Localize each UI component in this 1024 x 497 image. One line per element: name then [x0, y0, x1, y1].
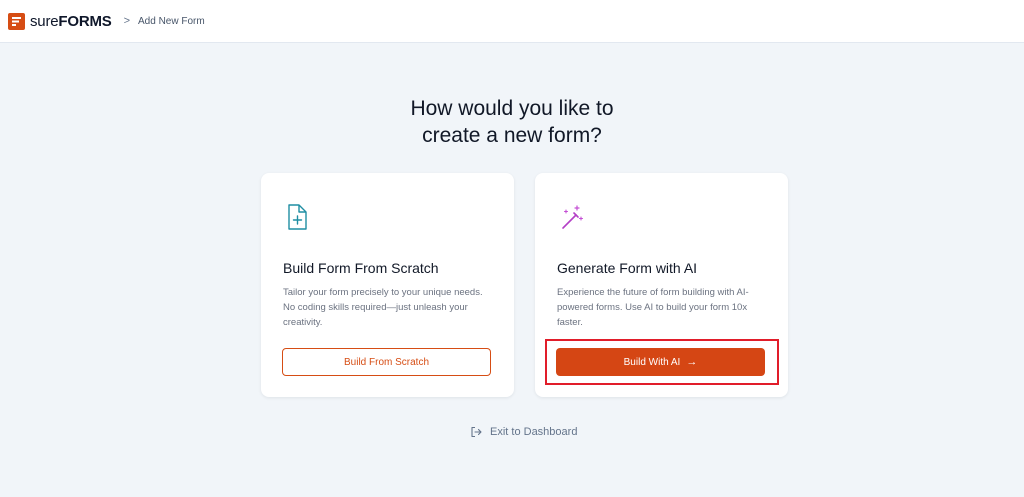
page-title-line2: create a new form? [422, 124, 602, 147]
magic-wand-icon [557, 201, 585, 233]
sureforms-logo[interactable]: sureFORMS [30, 13, 112, 30]
breadcrumb-separator: > [123, 15, 130, 27]
exit-to-dashboard-link[interactable]: Exit to Dashboard [470, 426, 577, 438]
sureforms-logo-icon [8, 12, 25, 30]
arrow-right-icon: → [686, 356, 698, 368]
file-plus-icon [283, 201, 311, 233]
logo-sure-text: sure [30, 12, 59, 30]
card-title-scratch: Build Form From Scratch [283, 260, 439, 276]
page-title-line1: How would you like to [410, 97, 614, 120]
card-description-ai: Experience the future of form building w… [557, 287, 749, 328]
card-description-scratch: Tailor your form precisely to your uniqu… [283, 287, 483, 328]
generate-with-ai-card[interactable]: Generate Form with AI Experience the fut… [535, 173, 788, 397]
exit-to-dashboard-label: Exit to Dashboard [490, 426, 578, 438]
build-from-scratch-button[interactable]: Build From Scratch [282, 348, 491, 376]
log-out-icon [471, 426, 482, 438]
build-with-ai-button[interactable]: Build With AI → [556, 348, 765, 376]
card-title-ai: Generate Form with AI [557, 260, 698, 276]
top-bar: sureFORMS > Add New Form [0, 0, 1024, 43]
build-from-scratch-card[interactable]: Build Form From Scratch Tailor your form… [261, 173, 514, 397]
build-with-ai-label: Build With AI [623, 356, 681, 368]
breadcrumb-current: Add New Form [138, 15, 205, 27]
logo-forms-text: FORMS [58, 12, 112, 30]
page-title: How would you like to create a new form? [0, 95, 1024, 149]
